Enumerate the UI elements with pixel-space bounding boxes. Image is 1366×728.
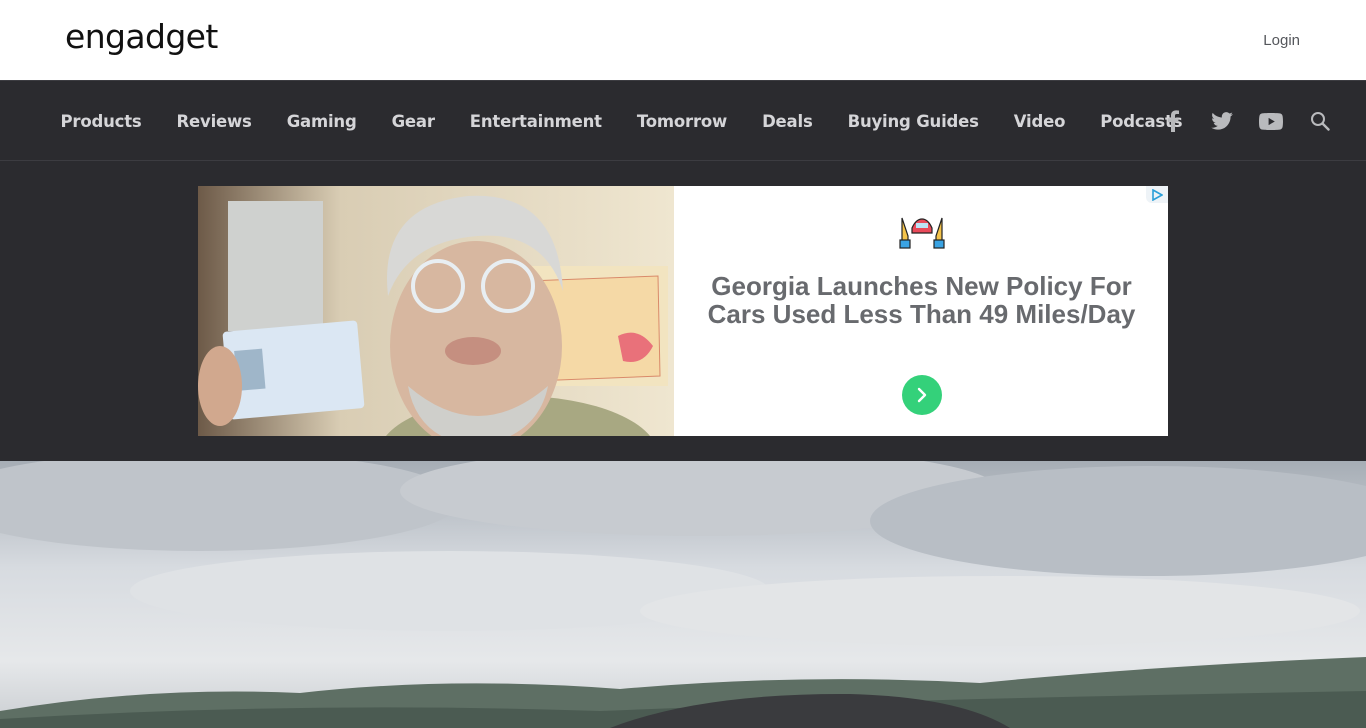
nav-list: Products Reviews Gaming Gear Entertainme… <box>43 81 1200 161</box>
nav-item-reviews[interactable]: Reviews <box>159 112 269 131</box>
ad-headline[interactable]: Georgia Launches New Policy For Cars Use… <box>694 272 1149 328</box>
nav-item-buying-guides[interactable]: Buying Guides <box>830 112 996 131</box>
ad-band: Georgia Launches New Policy For Cars Use… <box>0 161 1366 461</box>
hero-image[interactable] <box>0 461 1366 728</box>
search-icon[interactable] <box>1295 101 1344 141</box>
youtube-icon[interactable] <box>1246 101 1295 141</box>
display-ad[interactable]: Georgia Launches New Policy For Cars Use… <box>198 186 1168 436</box>
facebook-icon[interactable] <box>1148 101 1197 141</box>
nav-item-entertainment[interactable]: Entertainment <box>452 112 619 131</box>
engadget-logo[interactable]: engadget <box>65 17 221 60</box>
main-nav: Products Reviews Gaming Gear Entertainme… <box>0 80 1366 161</box>
chevron-right-icon <box>917 387 927 403</box>
nav-item-gaming[interactable]: Gaming <box>269 112 374 131</box>
nav-item-tomorrow[interactable]: Tomorrow <box>619 112 744 131</box>
svg-text:engadget: engadget <box>65 18 218 56</box>
nav-item-products[interactable]: Products <box>43 112 159 131</box>
nav-item-video[interactable]: Video <box>996 112 1082 131</box>
ad-photo[interactable] <box>198 186 674 436</box>
twitter-icon[interactable] <box>1197 101 1246 141</box>
adchoices-icon[interactable] <box>1146 186 1168 203</box>
top-bar: engadget Login <box>0 0 1366 80</box>
nav-item-deals[interactable]: Deals <box>745 112 831 131</box>
hands-holding-car-icon <box>898 214 946 250</box>
login-link[interactable]: Login <box>1263 32 1300 49</box>
social-links <box>1148 81 1344 161</box>
ad-cta-button[interactable] <box>902 375 942 415</box>
nav-item-gear[interactable]: Gear <box>374 112 452 131</box>
